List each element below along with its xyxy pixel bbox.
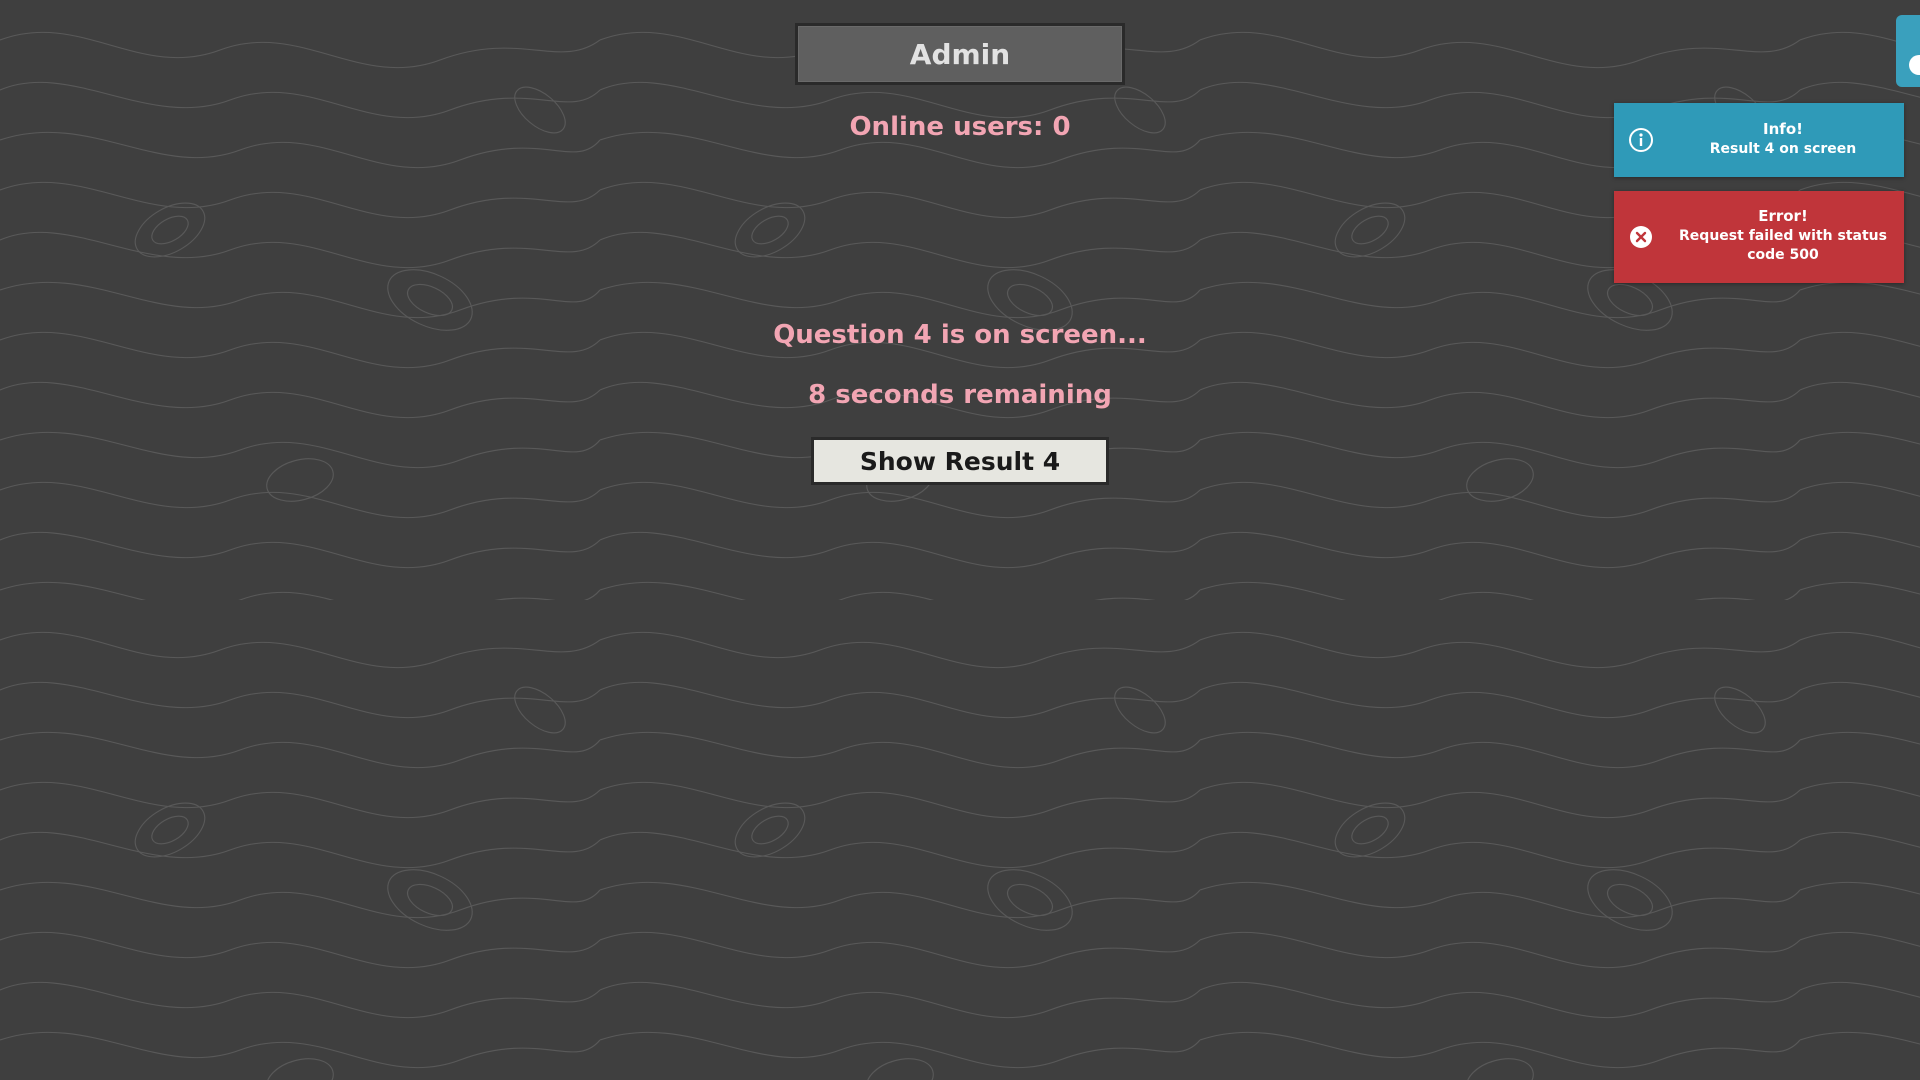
error-notification-message: Request failed with status code 500 bbox=[1679, 228, 1887, 263]
info-notification-title: Info! bbox=[1763, 120, 1803, 138]
info-icon bbox=[1629, 128, 1653, 152]
close-circle-icon bbox=[1630, 226, 1652, 248]
admin-header: Admin bbox=[795, 23, 1125, 85]
corner-widget-button[interactable] bbox=[1896, 15, 1920, 87]
error-notification-title: Error! bbox=[1758, 207, 1808, 225]
info-notification-message: Result 4 on screen bbox=[1709, 141, 1857, 157]
circle-icon bbox=[1909, 55, 1920, 75]
info-notification[interactable]: Info! Result 4 on screen bbox=[1614, 103, 1904, 177]
admin-title: Admin bbox=[909, 37, 1011, 71]
show-result-button[interactable]: Show Result 4 bbox=[811, 437, 1109, 485]
error-notification[interactable]: Error! Request failed with status code 5… bbox=[1614, 191, 1904, 283]
question-status: Question 4 is on screen... bbox=[773, 320, 1147, 350]
time-remaining: 8 seconds remaining bbox=[808, 380, 1112, 410]
